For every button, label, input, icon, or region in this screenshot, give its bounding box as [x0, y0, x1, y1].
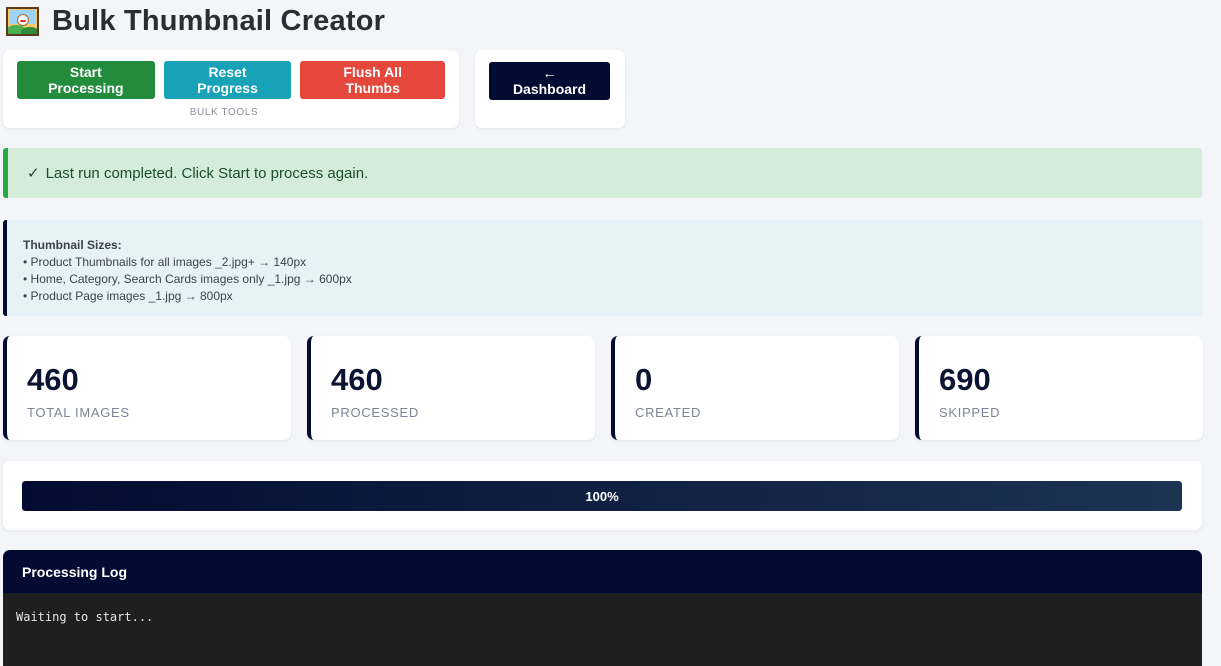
toolbar: Start Processing Reset Progress Flush Al…	[3, 50, 1202, 128]
page-title: Bulk Thumbnail Creator	[52, 4, 386, 37]
bulk-tools-buttons: Start Processing Reset Progress Flush Al…	[17, 61, 445, 99]
thumbnail-sizes-info: Thumbnail Sizes: • Product Thumbnails fo…	[3, 220, 1202, 316]
bulk-tools-card: Start Processing Reset Progress Flush Al…	[3, 50, 459, 128]
stat-value: 460	[27, 362, 79, 397]
flush-all-thumbs-button[interactable]: Flush All Thumbs	[300, 61, 445, 99]
page: Bulk Thumbnail Creator Start Processing …	[0, 0, 1221, 666]
bulk-tools-caption: BULK TOOLS	[189, 107, 259, 118]
stat-value: 0	[635, 362, 653, 397]
stat-label: PROCESSED	[331, 405, 419, 420]
processing-log: Processing Log Waiting to start...	[3, 550, 1202, 666]
dashboard-button[interactable]: ← Dashboard	[489, 62, 610, 100]
stat-card-skipped: 690 SKIPPED	[915, 336, 1203, 440]
info-line: • Home, Category, Search Cards images on…	[23, 272, 352, 286]
navigation-card: ← Dashboard	[475, 50, 625, 128]
progress-label: 100%	[585, 488, 619, 504]
progress-card: 100%	[3, 461, 1202, 530]
stat-label: SKIPPED	[939, 405, 1001, 420]
info-title: Thumbnail Sizes:	[23, 238, 122, 252]
log-line: Waiting to start...	[16, 610, 154, 624]
progress-bar: 100%	[22, 481, 1182, 511]
info-line: • Product Page images _1.jpg → 800px	[23, 289, 233, 303]
alert-message: Last run completed. Click Start to proce…	[45, 164, 369, 182]
stat-card-created: 0 CREATED	[611, 336, 899, 440]
start-processing-button[interactable]: Start Processing	[17, 61, 155, 99]
reset-progress-button[interactable]: Reset Progress	[163, 61, 292, 99]
stat-card-total-images: 460 TOTAL IMAGES	[3, 336, 291, 440]
success-alert: ✓ Last run completed. Click Start to pro…	[3, 148, 1202, 198]
stat-card-processed: 460 PROCESSED	[307, 336, 595, 440]
log-title: Processing Log	[3, 550, 1202, 593]
header: Bulk Thumbnail Creator	[3, 0, 1202, 42]
stat-value: 460	[331, 362, 383, 397]
stat-label: CREATED	[635, 405, 702, 420]
check-icon: ✓	[27, 165, 40, 182]
stat-value: 690	[939, 362, 991, 397]
info-line: • Product Thumbnails for all images _2.j…	[23, 255, 307, 269]
stat-label: TOTAL IMAGES	[27, 405, 130, 420]
log-output[interactable]: Waiting to start...	[3, 593, 1202, 666]
stats-row: 460 TOTAL IMAGES 460 PROCESSED 0 CREATED…	[3, 336, 1203, 440]
framed-picture-icon	[6, 6, 39, 36]
